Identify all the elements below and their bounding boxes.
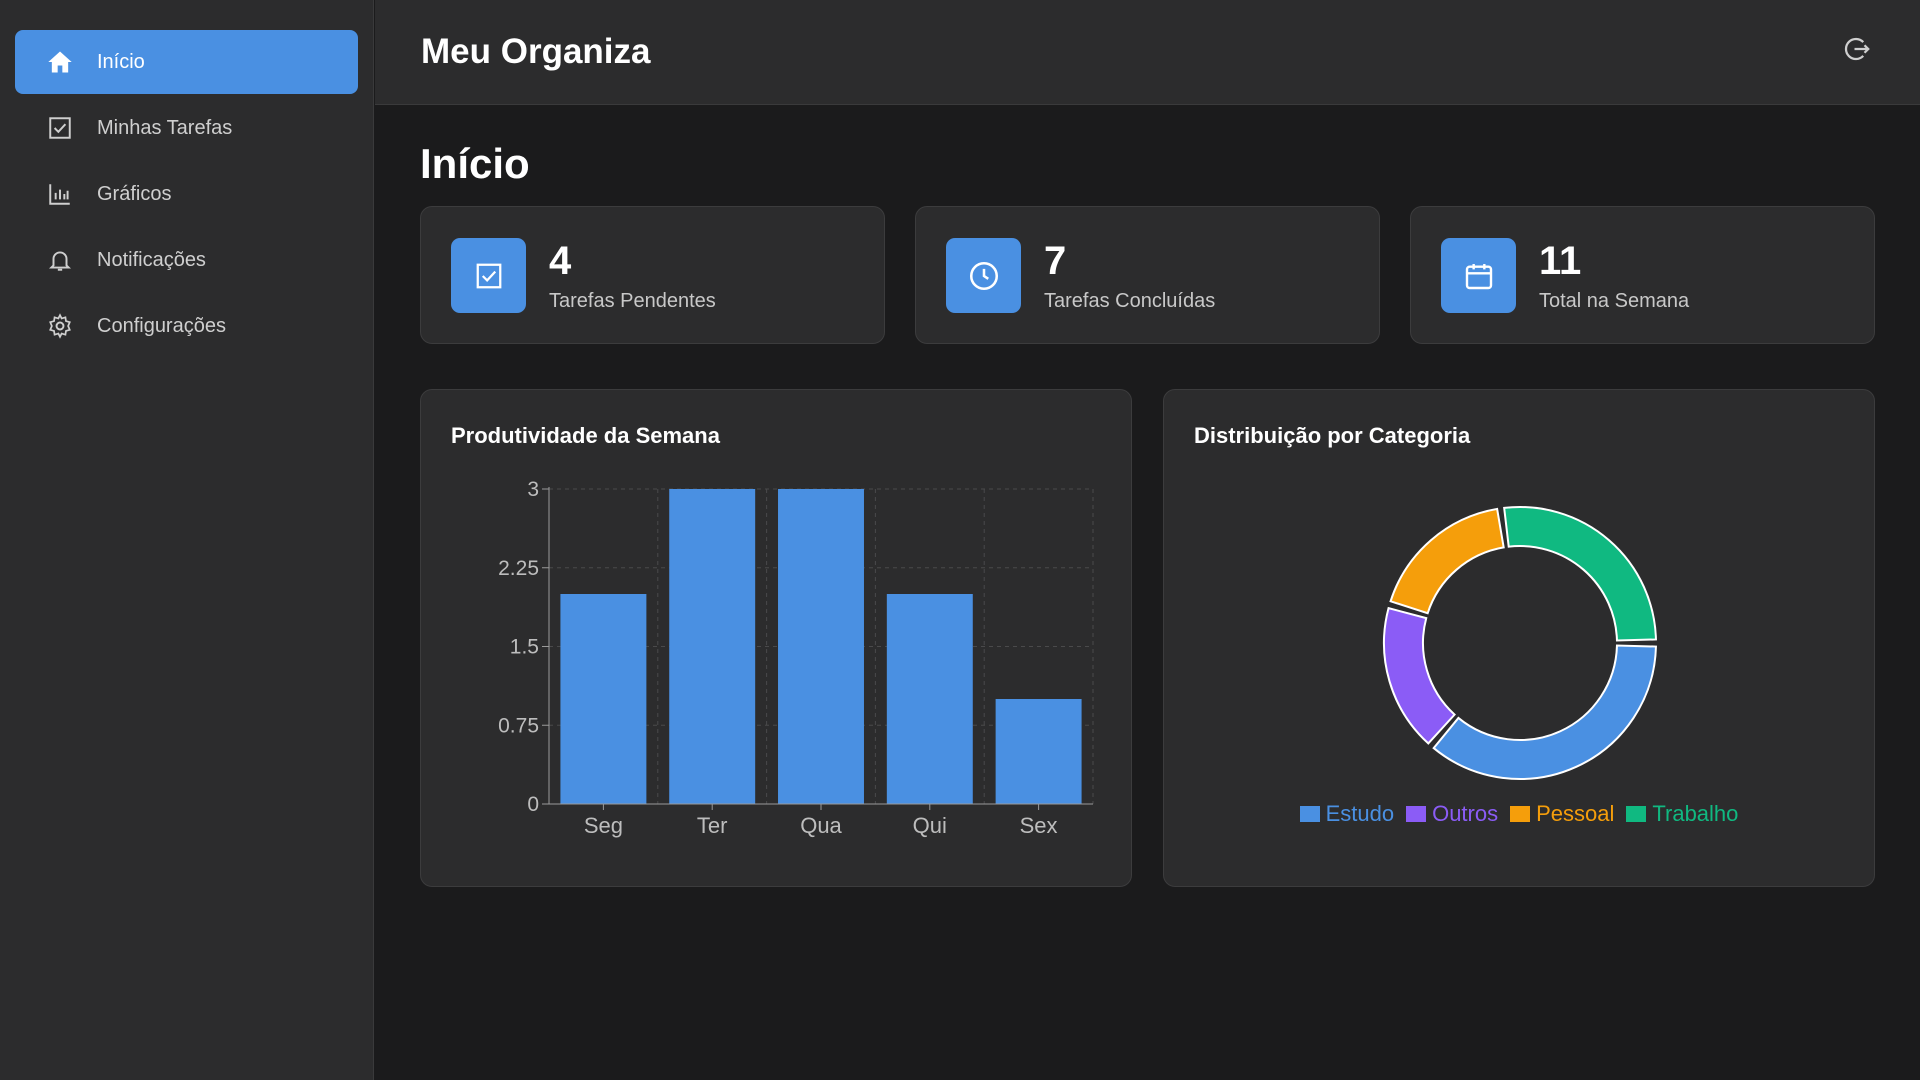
stat-card-total-semana: 11 Total na Semana	[1410, 206, 1875, 344]
x-tick-label: Qua	[800, 813, 842, 838]
distribution-panel: Distribuição por Categoria Estudo Outros P…	[1163, 389, 1875, 887]
y-tick-label: 2.25	[498, 557, 539, 580]
bar	[560, 594, 647, 804]
legend-swatch	[1299, 806, 1320, 822]
stat-card-concluidas: 7 Tarefas Concluídas	[915, 206, 1380, 344]
productivity-bar-chart: 0 0.75 1.5 2.25 3 Seg Ter Qua Qui Sex	[498, 478, 1094, 838]
legend-swatch	[1510, 806, 1531, 822]
bar-chart-icon	[45, 179, 75, 209]
productivity-panel: Produtividade da Semana 0 0.75 1.5 2.25 3 Seg…	[420, 389, 1132, 887]
donut-slice	[1503, 506, 1657, 642]
page-title: Início	[420, 140, 530, 187]
x-tick-label: Ter	[697, 813, 728, 838]
y-tick-label: 0.75	[498, 714, 539, 737]
clock-icon	[946, 238, 1021, 313]
stat-value: 7	[1044, 239, 1067, 283]
legend-label: Trabalho	[1652, 801, 1739, 826]
app-title: Meu Organiza	[421, 32, 651, 71]
sidebar-item-configuracoes[interactable]: Configurações	[15, 294, 358, 358]
x-tick-label: Qui	[913, 813, 947, 838]
calendar-icon	[1441, 238, 1516, 313]
legend-label: Pessoal	[1536, 801, 1615, 826]
legend-swatch	[1626, 806, 1647, 822]
donut-slice	[1383, 606, 1456, 745]
legend-label: Outros	[1432, 801, 1499, 826]
bell-icon	[45, 245, 75, 275]
legend-item: Trabalho	[1626, 801, 1738, 827]
sidebar-item-graficos[interactable]: Gráficos	[15, 162, 358, 226]
donut-slice	[1389, 507, 1505, 615]
logout-icon[interactable]	[1842, 34, 1872, 64]
top-header: Meu Organiza	[375, 0, 1920, 105]
x-tick-label: Seg	[584, 813, 623, 838]
stat-value: 4	[549, 239, 572, 283]
bar	[886, 594, 973, 804]
sidebar-item-label: Configurações	[97, 314, 226, 337]
home-icon	[45, 47, 75, 77]
chart-legend: Estudo Outros Pessoal Trabalho	[1164, 801, 1874, 827]
checkbox-icon	[45, 113, 75, 143]
gear-icon	[45, 311, 75, 341]
stat-label: Total na Semana	[1539, 290, 1690, 312]
sidebar: Início Minhas Tarefas Gráficos Notificaç…	[0, 0, 374, 1080]
sidebar-item-inicio[interactable]: Início	[15, 30, 358, 94]
bar	[995, 699, 1082, 804]
sidebar-item-label: Notificações	[97, 248, 206, 271]
bar	[669, 489, 756, 804]
x-tick-label: Sex	[1020, 813, 1058, 838]
sidebar-item-label: Minhas Tarefas	[97, 116, 233, 139]
stat-label: Tarefas Pendentes	[549, 290, 716, 312]
stat-label: Tarefas Concluídas	[1044, 290, 1216, 312]
legend-swatch	[1406, 806, 1427, 822]
checkbox-icon	[451, 238, 526, 313]
bar	[778, 489, 864, 804]
legend-item: Estudo	[1299, 801, 1395, 827]
stat-value: 11	[1539, 239, 1582, 283]
sidebar-item-label: Gráficos	[97, 182, 172, 205]
y-tick-label: 0	[527, 793, 539, 816]
y-tick-label: 1.5	[510, 636, 539, 659]
sidebar-item-minhas-tarefas[interactable]: Minhas Tarefas	[15, 96, 358, 160]
sidebar-item-label: Início	[97, 50, 145, 73]
legend-item: Outros	[1406, 801, 1498, 827]
stat-card-pendentes: 4 Tarefas Pendentes	[420, 206, 885, 344]
donut-slice	[1432, 644, 1657, 780]
sidebar-item-notificacoes[interactable]: Notificações	[15, 228, 358, 292]
legend-item: Pessoal	[1510, 801, 1614, 827]
legend-label: Estudo	[1325, 801, 1395, 826]
y-tick-label: 3	[527, 478, 539, 501]
